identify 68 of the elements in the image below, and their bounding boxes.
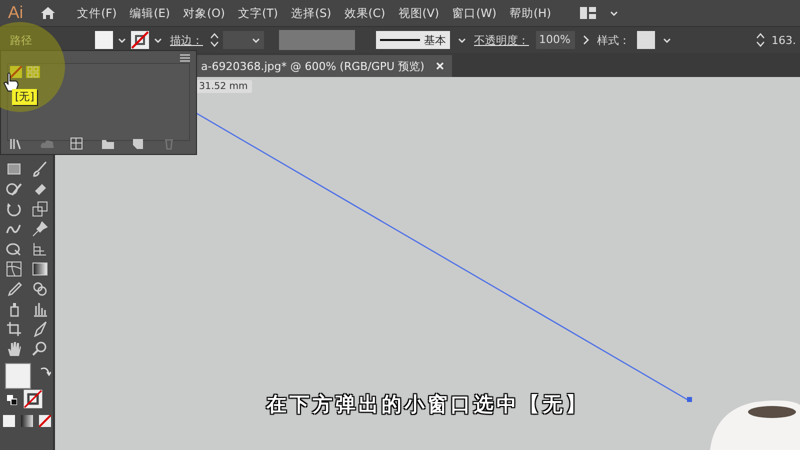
hand-icon[interactable]	[6, 341, 22, 357]
close-icon[interactable]	[436, 62, 444, 70]
gradient-icon[interactable]	[32, 261, 48, 277]
measure-tooltip: 31.52 mm	[195, 80, 252, 93]
menu-item[interactable]: 帮助(H)	[510, 6, 552, 20]
gradient-mode-icon[interactable]	[20, 415, 32, 427]
pin-icon[interactable]	[32, 221, 48, 237]
blob-icon[interactable]	[6, 241, 22, 257]
caret-icon[interactable]	[457, 36, 467, 44]
search-icon[interactable]	[32, 341, 48, 357]
fill-swatch[interactable]	[95, 31, 113, 49]
swap-arrow-icon[interactable]	[38, 365, 50, 377]
circles-icon[interactable]	[32, 281, 48, 297]
eyedropper-icon[interactable]	[6, 281, 22, 297]
home-icon[interactable]	[40, 6, 56, 20]
stroke-label[interactable]: 描边：	[170, 32, 203, 48]
color-mode-swatch[interactable]	[2, 415, 14, 427]
knife-icon[interactable]	[32, 321, 48, 337]
caret-icon	[251, 36, 261, 44]
menu-item[interactable]: 效果(C)	[344, 6, 386, 20]
rectangle-icon[interactable]	[6, 161, 22, 177]
size-value[interactable]: 163.	[772, 34, 800, 46]
bar-chart-icon[interactable]	[32, 301, 48, 317]
new-swatch-icon[interactable]	[131, 137, 146, 151]
mesh-icon[interactable]	[6, 261, 22, 277]
style-swatch[interactable]	[637, 31, 655, 49]
brush-dropdown[interactable]: 基本	[376, 31, 450, 49]
menu-icon[interactable]	[180, 54, 190, 62]
chevron-icon[interactable]	[582, 35, 590, 45]
scale-icon[interactable]	[32, 201, 48, 217]
caret-icon[interactable]	[609, 9, 620, 17]
color-group-icon[interactable]	[26, 66, 40, 78]
none-swatch[interactable]	[10, 66, 22, 78]
menu-item[interactable]: 文字(T)	[238, 6, 278, 20]
style-label: 样式：	[597, 32, 630, 48]
library-icon[interactable]	[9, 137, 23, 151]
menu-item[interactable]: 文件(F)	[77, 6, 117, 20]
brush-icon[interactable]	[32, 161, 48, 177]
document-tab[interactable]: a-6920368.jpg* @ 600% (RGB/GPU 预览)	[195, 55, 452, 77]
default-colors-icon[interactable]	[6, 395, 16, 405]
subtitle-caption: 在下方弹出的小窗口选中【无】	[266, 391, 588, 418]
rotate-icon[interactable]	[6, 201, 22, 217]
caret-icon[interactable]	[153, 36, 163, 44]
stepper-icon[interactable]	[756, 32, 764, 48]
stroke-swatch[interactable]	[131, 31, 149, 49]
folder-icon[interactable]	[100, 137, 115, 151]
menu-item[interactable]: 视图(V)	[398, 6, 440, 20]
object-type-label: 路径	[9, 32, 33, 48]
menu-item[interactable]: 选择(S)	[291, 6, 332, 20]
opacity-label[interactable]: 不透明度：	[474, 32, 529, 48]
stroke-color-swatch[interactable]	[22, 389, 42, 409]
stepper-icon[interactable]	[210, 32, 219, 48]
swatch-tooltip: [无]	[12, 89, 38, 105]
opacity-field[interactable]: 100%	[536, 31, 575, 49]
variable-width-field[interactable]	[279, 30, 355, 50]
hand-cursor-icon	[3, 72, 19, 92]
app-logo: Ai	[8, 3, 24, 23]
swatch-grid-icon[interactable]	[70, 137, 84, 151]
grid-icon[interactable]	[32, 241, 48, 257]
menu-item[interactable]: 窗口(W)	[452, 6, 496, 20]
menu-item[interactable]: 编辑(E)	[130, 6, 170, 20]
menu-item[interactable]: 对象(O)	[182, 6, 225, 20]
fill-color-swatch[interactable]	[4, 363, 30, 389]
caret-icon[interactable]	[117, 36, 127, 44]
layout-icon[interactable]	[580, 7, 596, 19]
none-mode-icon[interactable]	[38, 415, 50, 427]
caret-icon[interactable]	[662, 36, 672, 44]
crop-icon[interactable]	[6, 321, 22, 337]
